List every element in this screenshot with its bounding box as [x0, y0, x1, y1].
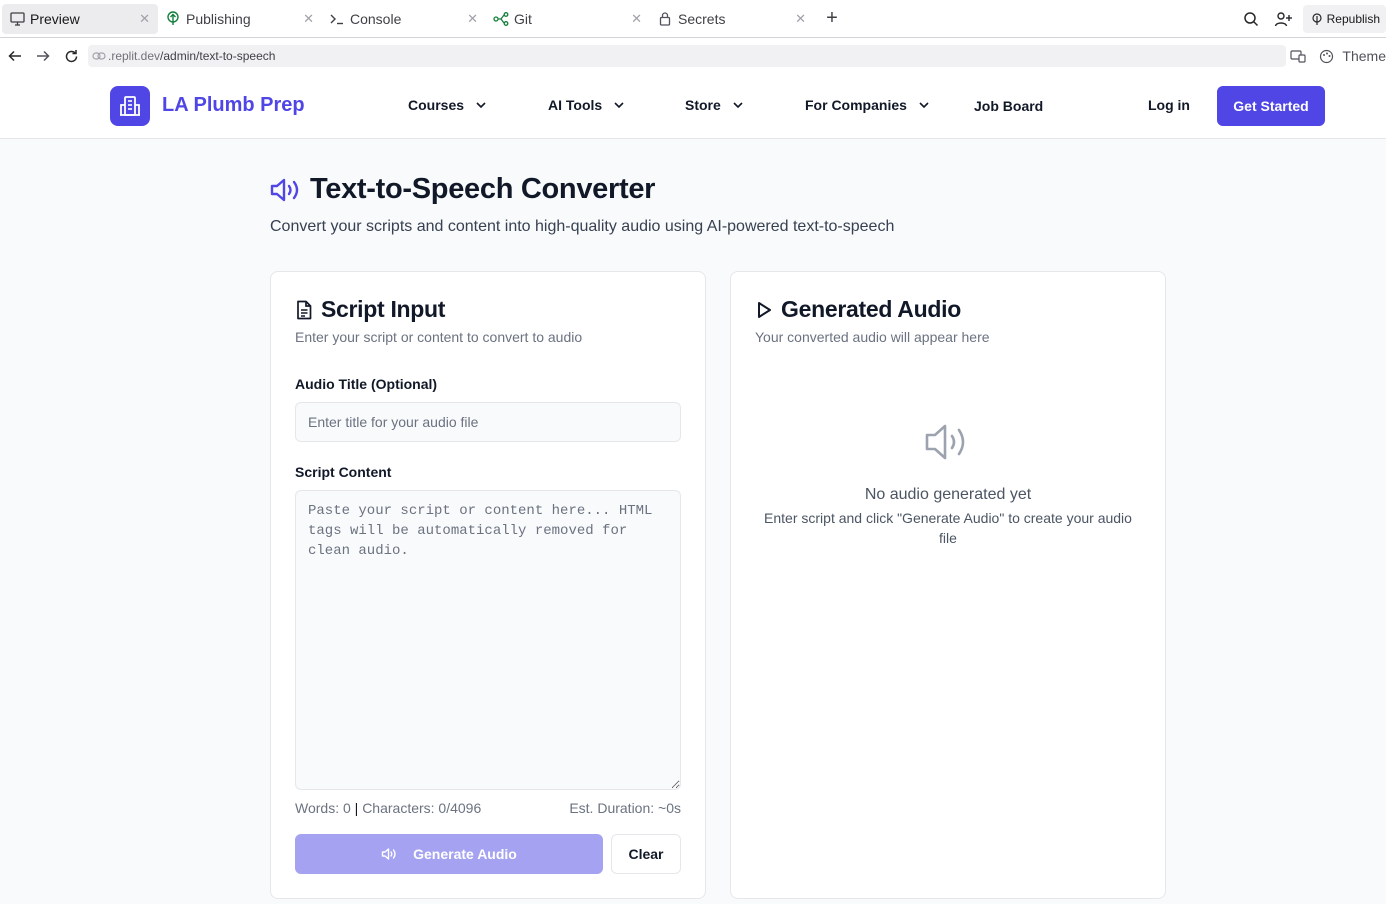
close-icon[interactable]: ✕ [631, 11, 642, 27]
nav-ai-tools[interactable]: AI Tools [548, 97, 624, 113]
page-title: Text-to-Speech Converter [270, 173, 655, 206]
speaker-icon [925, 424, 965, 460]
page-title-text: Text-to-Speech Converter [310, 173, 656, 205]
audio-title-input[interactable] [295, 402, 681, 442]
card-title-text: Generated Audio [781, 296, 961, 322]
page-subtitle: Convert your scripts and content into hi… [270, 218, 895, 235]
empty-state-description: Enter script and click "Generate Audio" … [764, 510, 1132, 546]
nav-label: Job Board [974, 98, 1044, 114]
tab-publishing[interactable]: Publishing ✕ [158, 4, 322, 34]
palette-icon[interactable] [1312, 42, 1340, 70]
generated-audio-card: Generated Audio Your converted audio wil… [730, 271, 1166, 899]
clear-button[interactable]: Clear [611, 834, 681, 874]
site-header: LA Plumb Prep Courses AI Tools Store For… [0, 73, 1386, 139]
card-description: Enter your script or content to convert … [295, 329, 583, 345]
new-tab-plus-icon[interactable]: + [822, 7, 842, 30]
refresh-icon[interactable] [57, 42, 85, 70]
tab-label: Console [350, 10, 402, 27]
publish-icon [1312, 13, 1322, 25]
close-icon[interactable]: ✕ [467, 11, 478, 27]
url-path: /admin/text-to-speech [160, 49, 276, 63]
generate-audio-label: Generate Audio [413, 846, 517, 862]
forward-arrow-icon[interactable] [29, 42, 57, 70]
tab-preview[interactable]: Preview ✕ [2, 3, 158, 34]
login-link[interactable]: Log in [1148, 97, 1190, 113]
republish-button[interactable]: Republish [1302, 5, 1386, 33]
close-icon[interactable]: ✕ [139, 11, 150, 27]
card-title: Script Input [295, 296, 445, 323]
chevron-down-icon [614, 102, 624, 108]
word-count: Words: 0 [295, 800, 351, 816]
nav-label: Store [685, 97, 721, 113]
nav-courses[interactable]: Courses [408, 97, 486, 113]
nav-store[interactable]: Store [685, 97, 743, 113]
theme-label[interactable]: Theme [1342, 48, 1386, 64]
republish-label: Republish [1326, 12, 1380, 26]
nav-label: For Companies [805, 97, 907, 113]
script-content-label: Script Content [295, 464, 392, 480]
invite-user-icon[interactable] [1267, 4, 1299, 34]
speaker-icon [381, 848, 396, 860]
back-arrow-icon[interactable] [1, 42, 29, 70]
chevron-down-icon [476, 102, 486, 108]
git-icon [492, 10, 510, 28]
devices-icon[interactable] [1284, 42, 1312, 70]
url-field[interactable]: .replit.dev/admin/text-to-speech [88, 45, 1286, 67]
monitor-icon [8, 10, 26, 28]
nav-job-board[interactable]: Job Board [974, 98, 1043, 114]
nav-label: AI Tools [548, 97, 603, 113]
card-title: Generated Audio [755, 296, 961, 323]
word-char-count: Words: 0 | Characters: 0/4096 [295, 800, 481, 816]
play-icon [758, 301, 771, 318]
speaker-icon [270, 178, 299, 201]
document-icon [297, 300, 312, 319]
nav-for-companies[interactable]: For Companies [805, 97, 929, 113]
main-content: Text-to-Speech Converter Convert your sc… [0, 139, 1386, 904]
search-icon[interactable] [1235, 4, 1267, 34]
script-input-card: Script Input Enter your script or conten… [270, 271, 706, 899]
generate-audio-button[interactable]: Generate Audio [295, 834, 603, 874]
lock-icon [656, 10, 674, 28]
empty-state-title: No audio generated yet [864, 486, 1032, 503]
chevron-down-icon [733, 102, 743, 108]
tab-label: Secrets [678, 10, 726, 27]
close-icon[interactable]: ✕ [303, 11, 314, 27]
tab-label: Publishing [186, 10, 251, 27]
tab-secrets[interactable]: Secrets ✕ [650, 4, 814, 34]
nav-label: Courses [408, 97, 465, 113]
tab-console[interactable]: Console ✕ [322, 4, 486, 34]
audio-title-label: Audio Title (Optional) [295, 376, 438, 392]
chevron-down-icon [919, 102, 929, 108]
brand-name[interactable]: LA Plumb Prep [162, 94, 305, 117]
building-logo-icon[interactable] [110, 86, 150, 126]
close-icon[interactable]: ✕ [795, 11, 806, 27]
publish-icon [164, 10, 182, 28]
char-count: Characters: 0/4096 [362, 800, 482, 816]
terminal-icon [328, 10, 346, 28]
tab-label: Git [514, 10, 532, 27]
link-icon [92, 52, 106, 60]
address-bar: .replit.dev/admin/text-to-speech Theme [0, 39, 1386, 73]
estimated-duration: Est. Duration: ~0s [569, 800, 681, 816]
get-started-button[interactable]: Get Started [1217, 86, 1325, 126]
tab-label: Preview [30, 10, 80, 27]
tab-git[interactable]: Git ✕ [486, 4, 650, 34]
url-domain: .replit.dev [108, 49, 161, 63]
script-content-textarea[interactable] [295, 490, 681, 790]
ide-tab-bar: Preview ✕ Publishing ✕ Console ✕ Git ✕ S… [0, 0, 1386, 38]
card-title-text: Script Input [321, 296, 446, 322]
card-description: Your converted audio will appear here [755, 329, 990, 345]
